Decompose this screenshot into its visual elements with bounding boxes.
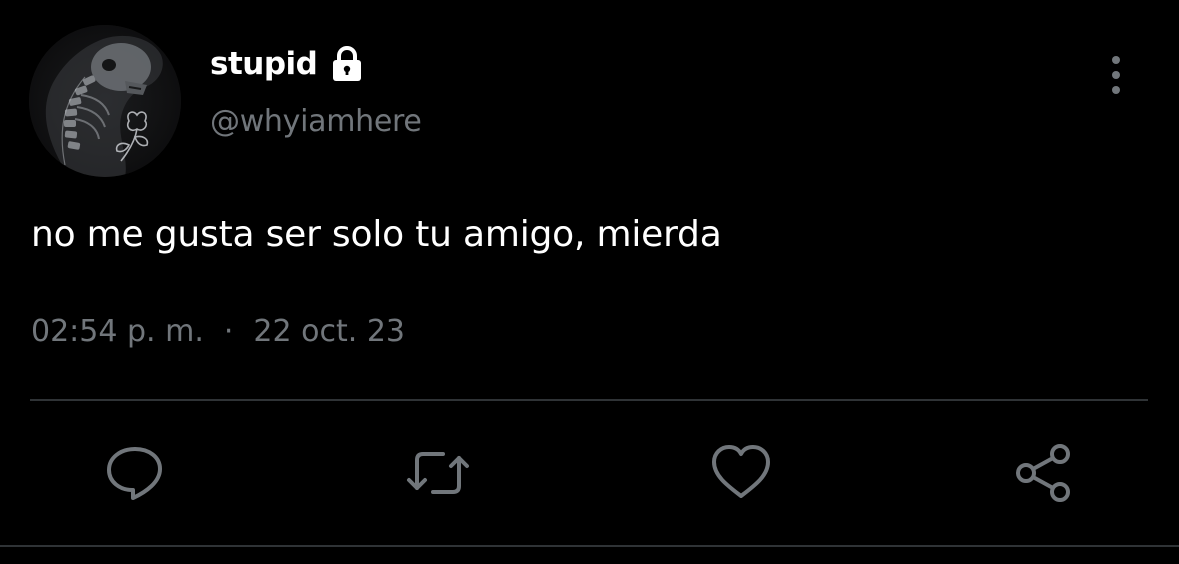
- user-handle[interactable]: @whyiamhere: [210, 104, 422, 139]
- bottom-divider: [0, 545, 1179, 547]
- avatar[interactable]: [29, 25, 181, 177]
- tweet-detail: stupid @whyiamhere no me gusta ser solo …: [0, 0, 1179, 564]
- tweet-time[interactable]: 02:54 p. m.: [31, 314, 204, 349]
- more-options-button[interactable]: [1096, 52, 1136, 98]
- display-name-row: stupid: [210, 42, 367, 86]
- share-button[interactable]: [1011, 440, 1077, 506]
- skeleton-flower-avatar-icon: [29, 25, 181, 177]
- reply-button[interactable]: [102, 440, 168, 506]
- meta-separator: ·: [223, 314, 234, 349]
- action-bar: [0, 440, 1179, 506]
- tweet-date[interactable]: 22 oct. 23: [253, 314, 405, 349]
- lock-icon: [327, 44, 367, 84]
- like-button[interactable]: [708, 440, 774, 506]
- retweet-button[interactable]: [405, 440, 471, 506]
- comment-icon: [107, 447, 162, 500]
- divider: [30, 399, 1148, 401]
- tweet-text: no me gusta ser solo tu amigo, mierda: [31, 214, 722, 255]
- more-vertical-icon: [1112, 56, 1120, 94]
- retweet-icon: [407, 452, 469, 494]
- display-name[interactable]: stupid: [210, 46, 318, 82]
- share-icon: [1016, 444, 1070, 502]
- tweet-timestamp: 02:54 p. m. · 22 oct. 23: [31, 314, 405, 349]
- heart-icon: [712, 445, 770, 498]
